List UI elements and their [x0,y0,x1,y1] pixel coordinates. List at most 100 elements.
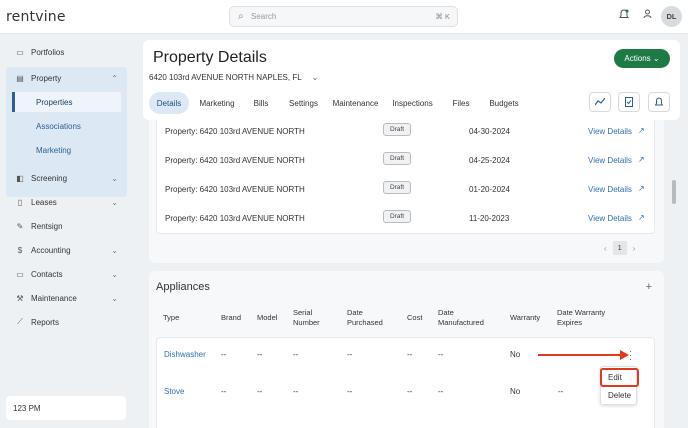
tab-details[interactable]: Details [149,92,189,114]
chevron-down-icon: ⌄ [111,293,118,303]
search-shortcut: ⌘ K [435,12,450,21]
sidebar-item-maintenance[interactable]: ⚒ Maintenance ⌄ [6,288,126,308]
top-bar: rentvine ⌕ Search ⌘ K DL [0,0,688,34]
external-link-icon[interactable]: ↗ [638,126,645,135]
notification-bell-icon[interactable] [619,9,629,23]
sidebar-item-contacts[interactable]: ▭ Contacts ⌄ [6,264,126,284]
trend-chart-icon[interactable] [589,92,611,112]
appliance-model: -- [257,350,263,359]
search-placeholder: Search [251,12,277,21]
sidebar-item-screening[interactable]: ◧ Screening ⌄ [6,168,126,188]
page-number[interactable]: 1 [612,241,627,255]
row-date: 04-25-2024 [469,156,510,165]
column-header-cost: Cost [407,313,423,322]
chevron-right-icon[interactable]: › [633,244,636,253]
status-badge: Draft [383,181,411,194]
sidebar-subitem-marketing[interactable]: Marketing [12,140,121,160]
chevron-up-icon: ⌃ [111,73,118,83]
appliance-warranty: No [510,387,521,396]
tab-marketing[interactable]: Marketing [197,92,237,114]
column-header-model: Model [257,313,278,322]
column-header-date-manufactured: Date Manufactured [438,308,484,327]
delete-menu-item[interactable]: Delete [601,387,638,404]
tab-maintenance[interactable]: Maintenance [330,92,381,114]
checklist-icon[interactable] [618,92,640,112]
chevron-left-icon[interactable]: ‹ [604,244,607,253]
tab-budgets[interactable]: Budgets [486,92,522,114]
appliance-type-link[interactable]: Stove [164,387,184,396]
sidebar-subitem-associations[interactable]: Associations [12,116,121,136]
tab-files[interactable]: Files [452,92,470,114]
chevron-down-icon: ⌄ [111,197,118,207]
sidebar-item-rentsign[interactable]: ✎ Rentsign [6,216,126,236]
list-item: Property: 6420 103rd AVENUE NORTH Draft … [157,120,656,149]
avatar[interactable]: DL [661,6,682,27]
property-address-selector[interactable]: 6420 103rd AVENUE NORTH NAPLES, FL ⌄ [149,73,318,82]
sidebar-item-property[interactable]: ▤ Property ⌃ [6,68,126,88]
contacts-icon: ▭ [16,269,24,279]
tab-bills[interactable]: Bills [251,92,271,114]
annotation-arrow-line [538,354,622,356]
external-link-icon[interactable]: ↗ [638,213,645,222]
view-details-link[interactable]: View Details [588,156,632,165]
appliance-cost: -- [407,350,413,359]
scrollbar-track[interactable] [671,120,676,420]
sidebar-item-label: Leases [31,197,57,207]
search-box[interactable]: ⌕ Search ⌘ K [229,6,458,27]
appliance-type-link[interactable]: Dishwasher [164,350,206,359]
row-date: 04-30-2024 [469,127,510,136]
alarm-icon[interactable] [648,92,670,112]
property-name: Property: 6420 103rd AVENUE NORTH [165,156,305,165]
sidebar-subitem-properties[interactable]: Properties [12,92,121,112]
more-options-icon[interactable]: · · · [629,347,632,364]
page-title: Property Details [153,49,267,66]
appliances-table [156,337,655,428]
folder-icon: ▭ [16,47,24,57]
sidebar: ▭ Portfolios ▤ Property ⌃ Properties Ass… [0,34,137,428]
appliance-serial: -- [293,350,299,359]
sidebar-item-label: Accounting [31,245,71,255]
status-badge: Draft [383,210,411,223]
property-list-section: Property: 6420 103rd AVENUE NORTH Draft … [149,120,664,263]
sidebar-item-label: Property [31,73,62,83]
column-header-date-purchased: Date Purchased [347,308,383,327]
actions-label: Actions [624,54,651,63]
appliance-warranty-expires: -- [558,387,564,396]
appliance-brand: -- [221,350,227,359]
column-header-brand: Brand [221,313,242,322]
sidebar-item-reports[interactable]: ⟋ Reports [6,312,126,332]
row-date: 11-20-2023 [469,214,510,223]
appliance-model: -- [257,387,263,396]
view-details-link[interactable]: View Details [588,185,632,194]
sidebar-item-accounting[interactable]: $ Accounting ⌄ [6,240,126,260]
property-list: Property: 6420 103rd AVENUE NORTH Draft … [156,120,655,234]
search-icon: ⌕ [238,11,244,22]
sidebar-item-label: Screening [31,173,68,183]
user-icon[interactable] [643,9,652,22]
tab-inspections[interactable]: Inspections [390,92,435,114]
actions-button[interactable]: Actions ⌄ [614,49,670,68]
property-name: Property: 6420 103rd AVENUE NORTH [165,214,305,223]
column-header-date-warranty-expires: Date Warranty Expires [557,308,606,327]
appliances-title: Appliances [156,281,210,293]
edit-menu-item[interactable]: Edit [600,368,639,387]
scrollbar-thumb[interactable] [672,180,676,204]
tab-settings[interactable]: Settings [288,92,319,114]
view-details-link[interactable]: View Details [588,127,632,136]
appliance-purchased: -- [347,350,353,359]
view-details-link[interactable]: View Details [588,214,632,223]
rentvine-logo[interactable]: rentvine [6,9,66,25]
appliance-manufactured: -- [438,350,444,359]
list-item: Property: 6420 103rd AVENUE NORTH Draft … [157,149,656,178]
property-name: Property: 6420 103rd AVENUE NORTH [165,185,305,194]
sidebar-item-label: Portfolios [31,47,65,57]
sidebar-item-portfolios[interactable]: ▭ Portfolios [6,42,126,62]
chart-icon: ⟋ [17,317,23,326]
external-link-icon[interactable]: ↗ [638,155,645,164]
add-appliance-icon[interactable]: + [646,281,652,293]
chevron-down-icon: ⌄ [111,173,118,183]
column-header-warranty: Warranty [510,313,541,322]
sidebar-item-leases[interactable]: ▯ Leases ⌄ [6,192,126,212]
list-item: Property: 6420 103rd AVENUE NORTH Draft … [157,178,656,207]
external-link-icon[interactable]: ↗ [638,184,645,193]
